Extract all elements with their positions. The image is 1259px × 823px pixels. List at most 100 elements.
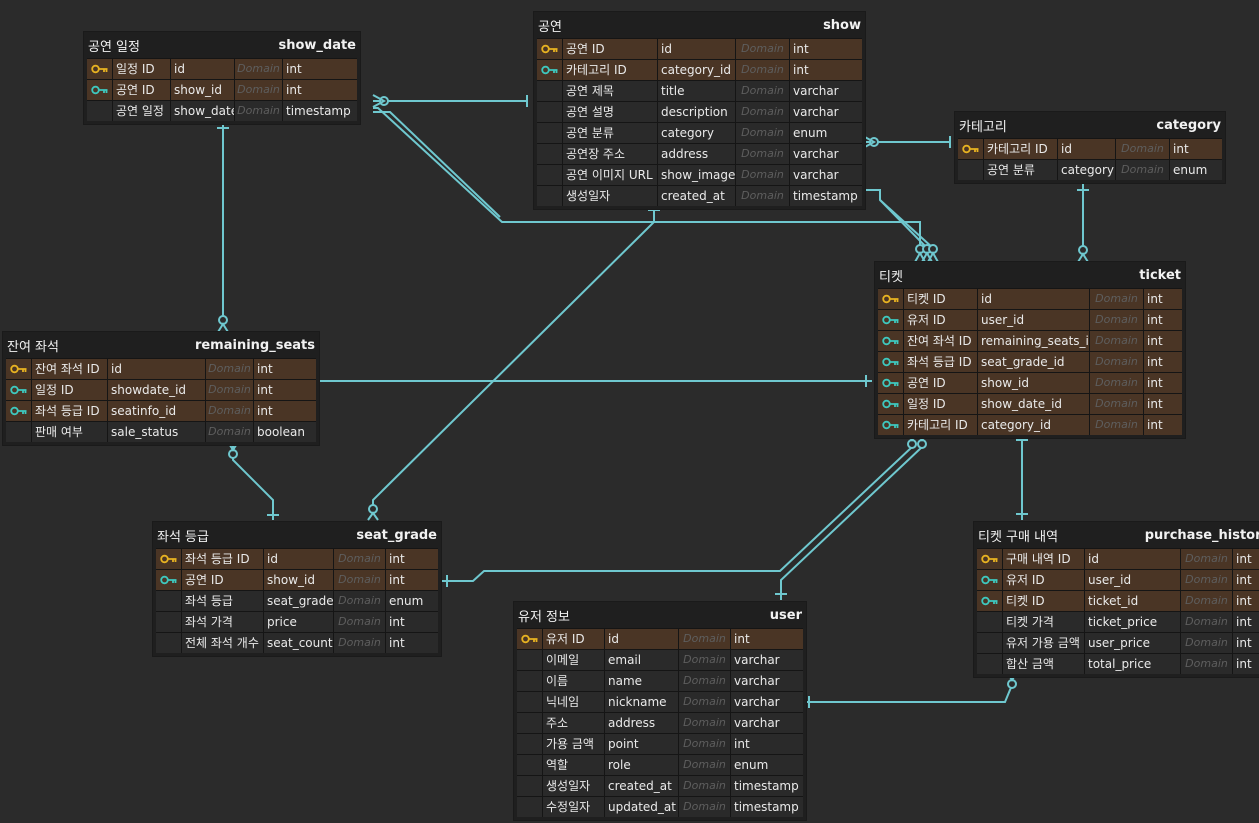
column-logical-name: 구매 내역 ID: [1003, 549, 1085, 569]
column-row[interactable]: 공연 일정 show_date Domain timestamp: [87, 100, 357, 121]
column-row[interactable]: 좌석 등급 ID id Domain int: [156, 548, 438, 569]
column-domain: Domain: [736, 39, 790, 59]
column-type: int: [1236, 657, 1252, 671]
column-logical-name: 일정 ID: [904, 394, 978, 414]
column-row[interactable]: 카테고리 ID category_id Domain int: [537, 59, 862, 80]
column-domain: Domain: [679, 776, 731, 796]
column-logical-name: 좌석 등급 ID: [32, 401, 108, 421]
empty-key-slot: [977, 633, 1003, 653]
column-row[interactable]: 합산 금액 total_price Domain int: [977, 653, 1259, 674]
column-physical-name: user_price: [1085, 633, 1181, 653]
entity-show[interactable]: 공연 show 공연 ID id Domain int 카테고리 ID category_id…: [534, 12, 865, 209]
column-domain: Domain: [1090, 352, 1144, 372]
entity-header[interactable]: 공연 show: [534, 12, 865, 38]
column-row[interactable]: 공연 제목 title Domain varchar: [537, 80, 862, 101]
entity-purchase-history[interactable]: 티켓 구매 내역 purchase_history 구매 내역 ID id Domain…: [974, 522, 1259, 677]
column-row[interactable]: 구매 내역 ID id Domain int: [977, 548, 1259, 569]
column-row[interactable]: 역할 role Domain enum: [517, 754, 803, 775]
column-type: int: [389, 573, 405, 587]
column-row[interactable]: 좌석 가격 price Domain int: [156, 611, 438, 632]
column-row[interactable]: 좌석 등급 ID seat_grade_id Domain int: [878, 351, 1182, 372]
column-row[interactable]: 일정 ID showdate_id Domain int: [6, 379, 316, 400]
column-row[interactable]: 티켓 가격 ticket_price Domain int: [977, 611, 1259, 632]
column-row[interactable]: 티켓 ID id Domain int: [878, 288, 1182, 309]
column-row[interactable]: 가용 금액 point Domain int: [517, 733, 803, 754]
column-row[interactable]: 카테고리 ID category_id Domain int: [878, 414, 1182, 435]
column-row[interactable]: 이름 name Domain varchar: [517, 670, 803, 691]
entity-seat-grade[interactable]: 좌석 등급 seat_grade 좌석 등급 ID id Domain int 공연 ID s…: [153, 522, 441, 656]
column-row[interactable]: 일정 ID id Domain int: [87, 58, 357, 79]
column-row[interactable]: 공연 ID show_id Domain int: [156, 569, 438, 590]
column-row[interactable]: 수정일자 updated_at Domain timestamp: [517, 796, 803, 817]
column-type: int: [1236, 552, 1252, 566]
entity-header[interactable]: 잔여 좌석 remaining_seats: [3, 332, 319, 358]
column-row[interactable]: 유저 가용 금액 user_price Domain int: [977, 632, 1259, 653]
column-row[interactable]: 카테고리 ID id Domain int: [958, 138, 1222, 159]
column-row[interactable]: 잔여 좌석 ID remaining_seats_id Domain int: [878, 330, 1182, 351]
column-row[interactable]: 공연 설명 description Domain varchar: [537, 101, 862, 122]
rel-show-seat-grade: [372, 204, 655, 510]
column-row[interactable]: 이메일 email Domain varchar: [517, 649, 803, 670]
column-row[interactable]: 공연장 주소 address Domain varchar: [537, 143, 862, 164]
column-physical-name: category: [658, 123, 736, 143]
primary-key-icon: [878, 289, 904, 309]
empty-key-slot: [517, 713, 543, 733]
column-row[interactable]: 판매 여부 sale_status Domain boolean: [6, 421, 316, 442]
column-type: varchar: [793, 147, 839, 161]
column-logical-name: 이름: [543, 671, 605, 691]
column-row[interactable]: 유저 ID user_id Domain int: [977, 569, 1259, 590]
entity-header[interactable]: 티켓 구매 내역 purchase_history: [974, 522, 1259, 548]
column-row[interactable]: 유저 ID id Domain int: [517, 628, 803, 649]
column-row[interactable]: 공연 분류 category Domain enum: [958, 159, 1222, 180]
entity-logical-name: 좌석 등급: [157, 529, 209, 545]
column-logical-name: 가용 금액: [543, 734, 605, 754]
column-domain: Domain: [1090, 415, 1144, 435]
column-physical-name: created_at: [605, 776, 679, 796]
column-row[interactable]: 잔여 좌석 ID id Domain int: [6, 358, 316, 379]
entity-remaining-seats[interactable]: 잔여 좌석 remaining_seats 잔여 좌석 ID id Domain int 일…: [3, 332, 319, 445]
column-physical-name: name: [605, 671, 679, 691]
column-logical-name: 카테고리 ID: [563, 60, 658, 80]
foreign-key-icon: [878, 352, 904, 372]
column-row[interactable]: 좌석 등급 seat_grade Domain enum: [156, 590, 438, 611]
column-row[interactable]: 공연 이미지 URL show_image Domain varchar: [537, 164, 862, 185]
column-row[interactable]: 공연 ID id Domain int: [537, 38, 862, 59]
column-logical-name: 역할: [543, 755, 605, 775]
entity-ticket[interactable]: 티켓 ticket 티켓 ID id Domain int 유저 ID user_id Doma…: [875, 262, 1185, 438]
column-type: int: [257, 404, 273, 418]
column-row[interactable]: 티켓 ID ticket_id Domain int: [977, 590, 1259, 611]
column-row[interactable]: 전체 좌석 개수 seat_count Domain int: [156, 632, 438, 653]
entity-category[interactable]: 카테고리 category 카테고리 ID id Domain int 공연 분류 categ…: [955, 112, 1225, 183]
column-physical-name: price: [264, 612, 334, 632]
column-row[interactable]: 생성일자 created_at Domain timestamp: [517, 775, 803, 796]
entity-header[interactable]: 티켓 ticket: [875, 262, 1185, 288]
column-logical-name: 공연 분류: [984, 160, 1058, 180]
column-row[interactable]: 일정 ID show_date_id Domain int: [878, 393, 1182, 414]
column-physical-name: title: [658, 81, 736, 101]
column-physical-name: role: [605, 755, 679, 775]
column-type: int: [1173, 142, 1189, 156]
column-row[interactable]: 생성일자 created_at Domain timestamp: [537, 185, 862, 206]
entity-user[interactable]: 유저 정보 user 유저 ID id Domain int 이메일 email Domain v…: [514, 602, 806, 820]
column-row[interactable]: 좌석 등급 ID seatinfo_id Domain int: [6, 400, 316, 421]
column-row[interactable]: 주소 address Domain varchar: [517, 712, 803, 733]
entity-show-date[interactable]: 공연 일정 show_date 일정 ID id Domain int 공연 ID show_…: [84, 32, 360, 124]
column-row[interactable]: 닉네임 nickname Domain varchar: [517, 691, 803, 712]
column-logical-name: 전체 좌석 개수: [182, 633, 264, 653]
column-type: int: [1147, 292, 1163, 306]
entity-header[interactable]: 유저 정보 user: [514, 602, 806, 628]
rel-remaining-seat-grade: [232, 445, 274, 520]
column-logical-name: 닉네임: [543, 692, 605, 712]
column-row[interactable]: 공연 ID show_id Domain int: [878, 372, 1182, 393]
empty-key-slot: [537, 123, 563, 143]
column-physical-name: ticket_price: [1085, 612, 1181, 632]
column-physical-name: seat_grade: [264, 591, 334, 611]
entity-physical-name: category: [1156, 117, 1221, 133]
column-physical-name: show_image: [658, 165, 736, 185]
entity-header[interactable]: 카테고리 category: [955, 112, 1225, 138]
column-row[interactable]: 공연 ID show_id Domain int: [87, 79, 357, 100]
column-row[interactable]: 유저 ID user_id Domain int: [878, 309, 1182, 330]
entity-header[interactable]: 좌석 등급 seat_grade: [153, 522, 441, 548]
column-row[interactable]: 공연 분류 category Domain enum: [537, 122, 862, 143]
entity-header[interactable]: 공연 일정 show_date: [84, 32, 360, 58]
